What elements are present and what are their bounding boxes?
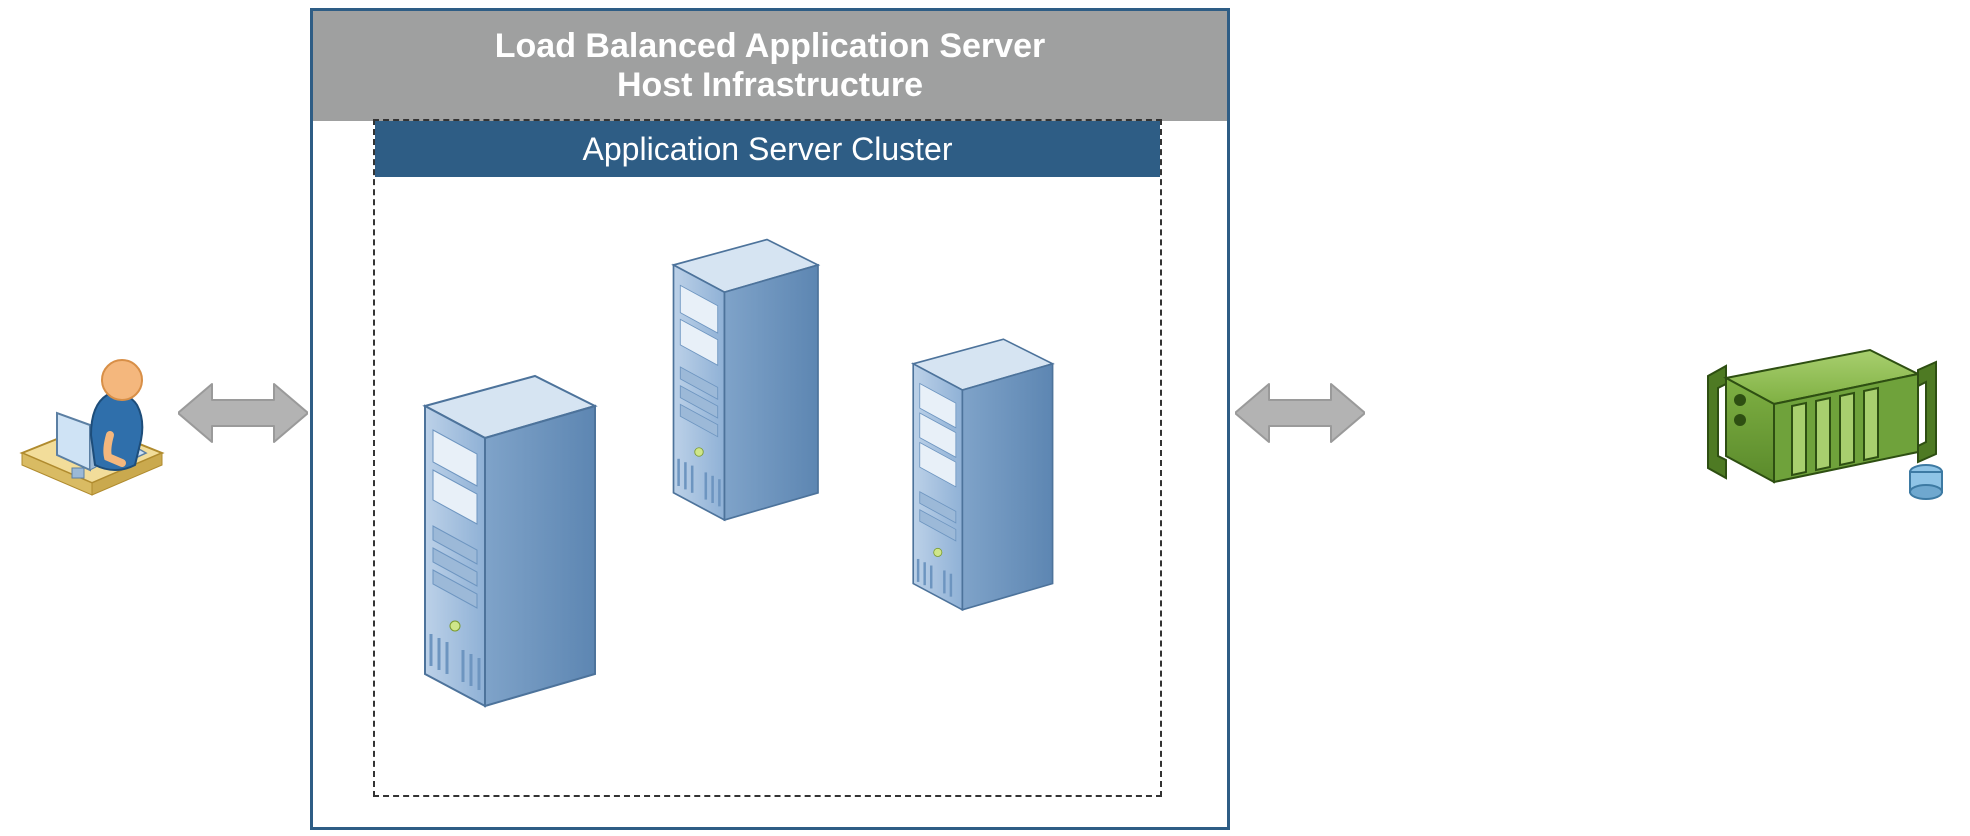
backend-device-icon [1700,340,1950,510]
server-tower-icon [415,366,605,716]
user-workstation-icon [12,325,172,505]
cluster-box: Application Server Cluster [373,119,1162,797]
arrow-user-to-cluster [178,380,308,446]
arrow-cluster-to-backend [1235,380,1365,446]
server-tower-icon [905,331,1061,618]
host-title: Load Balanced Application Server Host In… [313,11,1227,121]
diagram-canvas: Load Balanced Application Server Host In… [0,0,1970,836]
server-tower-icon [665,231,827,529]
host-infrastructure-box: Load Balanced Application Server Host In… [310,8,1230,830]
cluster-title: Application Server Cluster [375,121,1160,177]
